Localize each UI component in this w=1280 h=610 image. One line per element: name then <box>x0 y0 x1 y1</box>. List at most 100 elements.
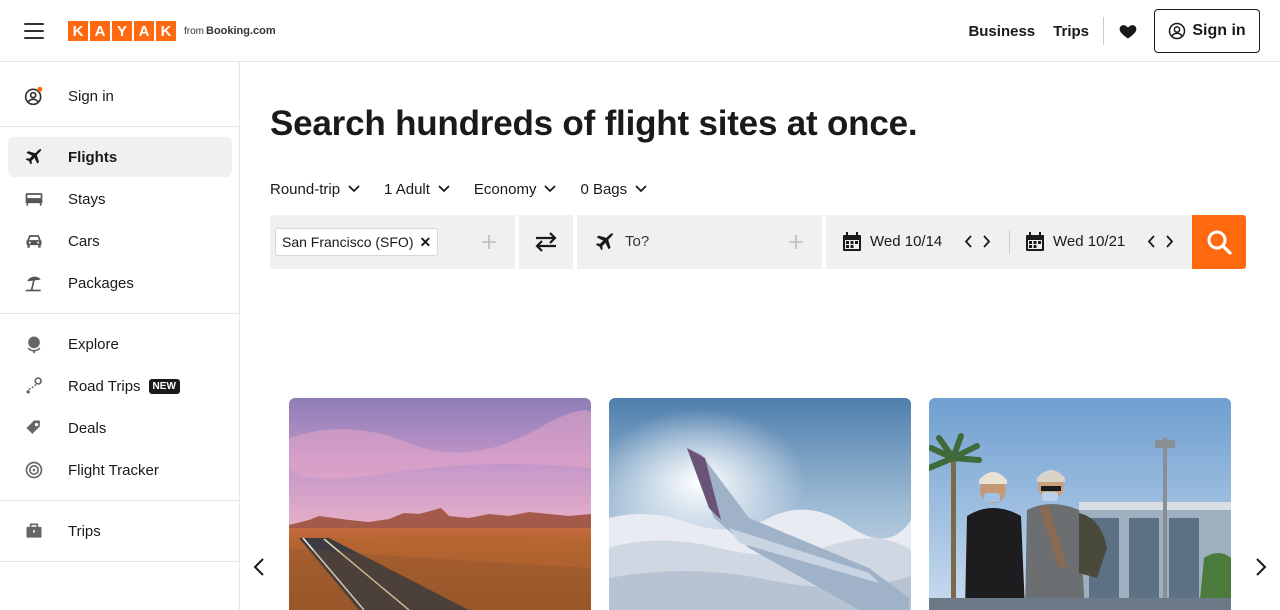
return-date[interactable]: Wed 10/21 <box>1009 215 1192 269</box>
search-icon <box>1207 230 1232 255</box>
destination-placeholder: To? <box>625 233 650 250</box>
nav-divider <box>1103 17 1104 45</box>
logo-letter: Y <box>112 21 132 41</box>
sidebar-item-flight-tracker[interactable]: Flight Tracker <box>8 450 232 490</box>
swap-arrows-icon <box>535 232 557 252</box>
cabin-dropdown[interactable]: Economy <box>474 181 557 198</box>
sidebar-item-label: Cars <box>68 232 100 250</box>
plus-icon[interactable] <box>482 235 496 249</box>
road-trips-label: Road Trips <box>68 377 141 395</box>
sidebar-divider <box>0 313 239 314</box>
sidebar-item-sign-in[interactable]: Sign in <box>8 76 232 116</box>
travelers-dropdown[interactable]: 1 Adult <box>384 181 450 198</box>
sidebar-divider <box>0 126 239 127</box>
carousel-next-icon[interactable] <box>1255 557 1267 577</box>
carousel-card-airplane-wing[interactable] <box>609 398 911 610</box>
sidebar-item-label: Road Trips NEW <box>68 378 180 395</box>
dates-field: Wed 10/14 Wed 10/21 <box>826 215 1192 269</box>
route-icon <box>26 377 42 394</box>
sidebar-item-label: Packages <box>68 274 134 292</box>
beach-umbrella-icon <box>25 276 41 292</box>
depart-date[interactable]: Wed 10/14 <box>826 215 1009 269</box>
sidebar-divider <box>0 500 239 501</box>
carousel-card-travelers-masks[interactable] <box>929 398 1231 610</box>
logo-letter: K <box>156 21 176 41</box>
sidebar-item-explore[interactable]: Explore <box>8 324 232 364</box>
chevron-down-icon <box>438 185 450 193</box>
kayak-logo[interactable]: K A Y A K from Booking.com <box>68 21 276 41</box>
chevron-left-icon[interactable] <box>1147 235 1155 248</box>
user-circle-icon <box>1169 22 1186 40</box>
tag-icon <box>26 420 40 434</box>
sidebar-item-stays[interactable]: Stays <box>8 179 232 219</box>
sidebar-divider <box>0 561 239 562</box>
bed-icon <box>25 193 43 206</box>
nav-trips-link[interactable]: Trips <box>1053 23 1089 40</box>
trip-type-label: Round-trip <box>270 180 341 198</box>
logo-letter: A <box>90 21 110 41</box>
header-nav: Business Trips Sign in <box>950 9 1260 53</box>
desert-road-image <box>289 398 591 610</box>
sidebar-item-cars[interactable]: Cars <box>8 221 232 261</box>
sidebar-item-label: Sign in <box>68 87 114 105</box>
logo-letter: K <box>68 21 88 41</box>
sidebar-item-label: Deals <box>68 419 107 437</box>
menu-icon[interactable] <box>24 23 44 39</box>
search-button[interactable] <box>1192 215 1246 269</box>
plus-icon[interactable] <box>789 235 803 249</box>
logo-from-text: from <box>184 25 204 37</box>
nav-business-link[interactable]: Business <box>968 23 1035 40</box>
sidebar-item-road-trips[interactable]: Road Trips NEW <box>8 366 232 406</box>
search-options: Round-trip 1 Adult Economy 0 Bags <box>270 178 671 200</box>
airplane-wing-image <box>609 398 911 610</box>
calendar-icon <box>1026 232 1044 251</box>
origin-field[interactable]: San Francisco (SFO) ✕ <box>270 215 515 269</box>
carousel-prev-icon[interactable] <box>253 557 265 577</box>
globe-icon <box>27 336 41 354</box>
plane-icon <box>25 149 42 165</box>
radar-icon <box>25 461 43 479</box>
heart-icon[interactable] <box>1118 21 1138 41</box>
sidebar-item-deals[interactable]: Deals <box>8 408 232 448</box>
return-date-label: Wed 10/21 <box>1053 233 1126 250</box>
sidebar-item-label: Trips <box>68 522 101 540</box>
chevron-right-icon[interactable] <box>983 235 991 248</box>
chevron-right-icon[interactable] <box>1166 235 1174 248</box>
sidebar-item-label: Stays <box>68 190 106 208</box>
logo-partner-text: Booking.com <box>206 25 276 37</box>
logo-letter: A <box>134 21 154 41</box>
sidebar-item-label: Flight Tracker <box>68 461 159 479</box>
travelers-label: 1 Adult <box>384 180 430 198</box>
sidebar-item-packages[interactable]: Packages <box>8 263 232 303</box>
travelers-image <box>929 398 1231 610</box>
sidebar-item-flights[interactable]: Flights <box>8 137 232 177</box>
remove-origin-icon[interactable]: ✕ <box>419 234 431 251</box>
swap-button[interactable] <box>519 215 573 269</box>
user-circle-icon <box>24 86 43 106</box>
chevron-left-icon[interactable] <box>964 235 972 248</box>
chevron-down-icon <box>544 185 557 193</box>
car-icon <box>26 235 42 248</box>
cabin-label: Economy <box>473 180 537 198</box>
chevron-down-icon <box>348 185 360 193</box>
destination-field[interactable]: To? <box>577 215 822 269</box>
sign-in-button[interactable]: Sign in <box>1154 9 1260 53</box>
page-title: Search hundreds of flight sites at once. <box>270 104 918 143</box>
flight-search-bar: San Francisco (SFO) ✕ To? Wed 10/14 Wed … <box>270 215 1246 269</box>
sidebar-item-trips[interactable]: Trips <box>8 511 232 551</box>
bags-label: 0 Bags <box>580 180 628 198</box>
top-header: K A Y A K from Booking.com Business Trip… <box>0 0 1280 62</box>
depart-date-label: Wed 10/14 <box>870 233 943 250</box>
chevron-down-icon <box>635 185 647 193</box>
origin-chip[interactable]: San Francisco (SFO) ✕ <box>275 228 439 256</box>
sidebar-item-label: Flights <box>68 148 118 166</box>
bags-dropdown[interactable]: 0 Bags <box>580 181 647 198</box>
calendar-icon <box>843 232 861 251</box>
new-badge: NEW <box>148 378 180 394</box>
sidebar: Sign in Flights Stays Cars Packages Expl… <box>0 62 240 610</box>
sign-in-label: Sign in <box>1192 22 1246 39</box>
carousel-card-desert-road[interactable] <box>289 398 591 610</box>
trip-type-dropdown[interactable]: Round-trip <box>270 181 360 198</box>
plane-icon <box>595 233 614 251</box>
briefcase-icon <box>26 523 42 538</box>
